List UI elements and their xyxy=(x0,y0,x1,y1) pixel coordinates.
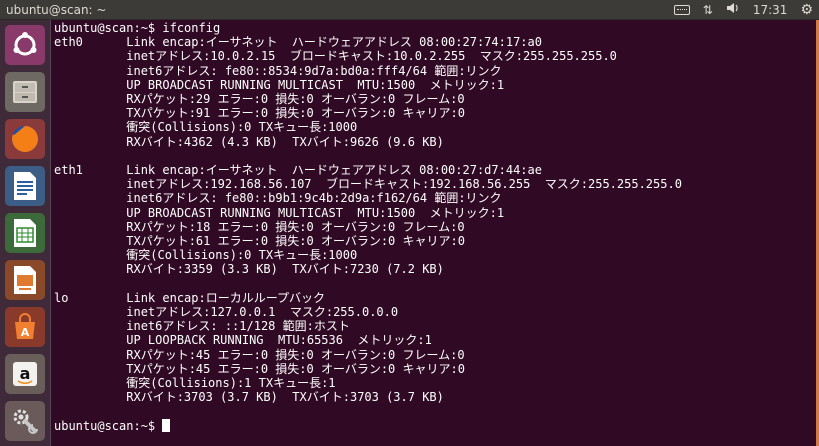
terminal-area[interactable]: ubuntu@scan:~$ ifconfig eth0 Link encap:… xyxy=(51,20,819,446)
terminal-line: 衝突(Collisions):0 TXキュー長:1000 xyxy=(54,248,358,263)
terminal-line: inet6アドレス: ::1/128 範囲:ホスト xyxy=(54,319,350,334)
wrench-gear-icon xyxy=(5,401,45,441)
launcher-item-libreoffice-calc[interactable] xyxy=(4,212,46,254)
window-title: ubuntu@scan: ~ xyxy=(6,3,107,17)
terminal-line: 衝突(Collisions):0 TXキュー長:1000 xyxy=(54,120,358,135)
firefox-icon xyxy=(5,119,45,159)
terminal-line: RXバイト:3359 (3.3 KB) TXバイト:7230 (7.2 KB) xyxy=(54,262,444,277)
launcher-item-amazon[interactable]: a xyxy=(4,353,46,395)
launcher-item-libreoffice-impress[interactable] xyxy=(4,259,46,301)
terminal-line: inet6アドレス: fe80::b9b1:9c4b:2d9a:f162/64 … xyxy=(54,191,502,206)
launcher: A a xyxy=(0,20,51,446)
top-panel: ubuntu@scan: ~ ⇅ 17:31 ⚙ xyxy=(0,0,819,20)
terminal-line: RXパケット:29 エラー:0 損失:0 オーバラン:0 フレーム:0 xyxy=(54,92,465,107)
terminal-line: RXパケット:45 エラー:0 損失:0 オーバラン:0 フレーム:0 xyxy=(54,347,465,362)
terminal-cursor xyxy=(162,418,171,432)
terminal-line: RXパケット:18 エラー:0 損失:0 オーバラン:0 フレーム:0 xyxy=(54,219,465,234)
launcher-item-ubuntu-software[interactable]: A xyxy=(4,306,46,348)
terminal-line: TXパケット:61 エラー:0 損失:0 オーバラン:0 キャリア:0 xyxy=(54,234,465,249)
keyboard-icon[interactable] xyxy=(673,5,690,15)
terminal-line: UP LOOPBACK RUNNING MTU:65536 メトリック:1 xyxy=(54,333,432,348)
calc-spreadsheet-icon xyxy=(5,213,45,253)
svg-text:A: A xyxy=(21,326,30,339)
launcher-item-files[interactable] xyxy=(4,71,46,113)
terminal-line: inet6アドレス: fe80::8534:9d7a:bd0a:fff4/64 … xyxy=(54,63,502,78)
launcher-item-ubuntu-dash[interactable] xyxy=(4,24,46,66)
terminal-line: inetアドレス:192.168.56.107 ブロードキャスト:192.168… xyxy=(54,177,682,192)
terminal-line: 衝突(Collisions):1 TXキュー長:1 xyxy=(54,376,336,391)
terminal-line: RXバイト:4362 (4.3 KB) TXバイト:9626 (9.6 KB) xyxy=(54,134,444,149)
terminal-line: inetアドレス:127.0.0.1 マスク:255.0.0.0 xyxy=(54,305,399,320)
file-cabinet-icon xyxy=(5,72,45,112)
terminal-line: RXバイト:3703 (3.7 KB) TXバイト:3703 (3.7 KB) xyxy=(54,390,444,405)
launcher-item-system-settings[interactable] xyxy=(4,400,46,442)
indicator-area: ⇅ 17:31 ⚙ xyxy=(673,0,813,20)
shopping-bag-icon: A xyxy=(5,307,45,347)
terminal-line: TXパケット:45 エラー:0 損失:0 オーバラン:0 キャリア:0 xyxy=(54,361,465,376)
terminal-prompt: ubuntu@scan:~$ xyxy=(54,418,163,433)
terminal-line: ubuntu@scan:~$ ifconfig xyxy=(54,21,221,35)
impress-presentation-icon xyxy=(5,260,45,300)
svg-text:a: a xyxy=(20,364,31,383)
gear-icon[interactable]: ⚙ xyxy=(800,0,813,20)
clock[interactable]: 17:31 xyxy=(753,0,788,20)
terminal-line: UP BROADCAST RUNNING MULTICAST MTU:1500 … xyxy=(54,205,505,220)
writer-document-icon xyxy=(5,166,45,206)
terminal-line: lo Link encap:ローカルループバック xyxy=(54,290,325,305)
terminal-line: UP BROADCAST RUNNING MULTICAST MTU:1500 … xyxy=(54,77,505,92)
terminal-line: eth1 Link encap:イーサネット ハードウェアアドレス 08:00:… xyxy=(54,163,542,178)
terminal-output: ubuntu@scan:~$ ifconfig eth0 Link encap:… xyxy=(54,21,682,433)
speaker-icon[interactable] xyxy=(726,0,740,20)
launcher-item-firefox[interactable] xyxy=(4,118,46,160)
terminal-line: inetアドレス:10.0.2.15 ブロードキャスト:10.0.2.255 マ… xyxy=(54,49,617,64)
ubuntu-logo-icon xyxy=(5,25,45,65)
amazon-icon: a xyxy=(5,354,45,394)
terminal-line: eth0 Link encap:イーサネット ハードウェアアドレス 08:00:… xyxy=(54,35,542,50)
terminal-line: TXパケット:91 エラー:0 損失:0 オーバラン:0 キャリア:0 xyxy=(54,106,465,121)
launcher-item-libreoffice-writer[interactable] xyxy=(4,165,46,207)
network-arrows-icon[interactable]: ⇅ xyxy=(703,0,713,20)
